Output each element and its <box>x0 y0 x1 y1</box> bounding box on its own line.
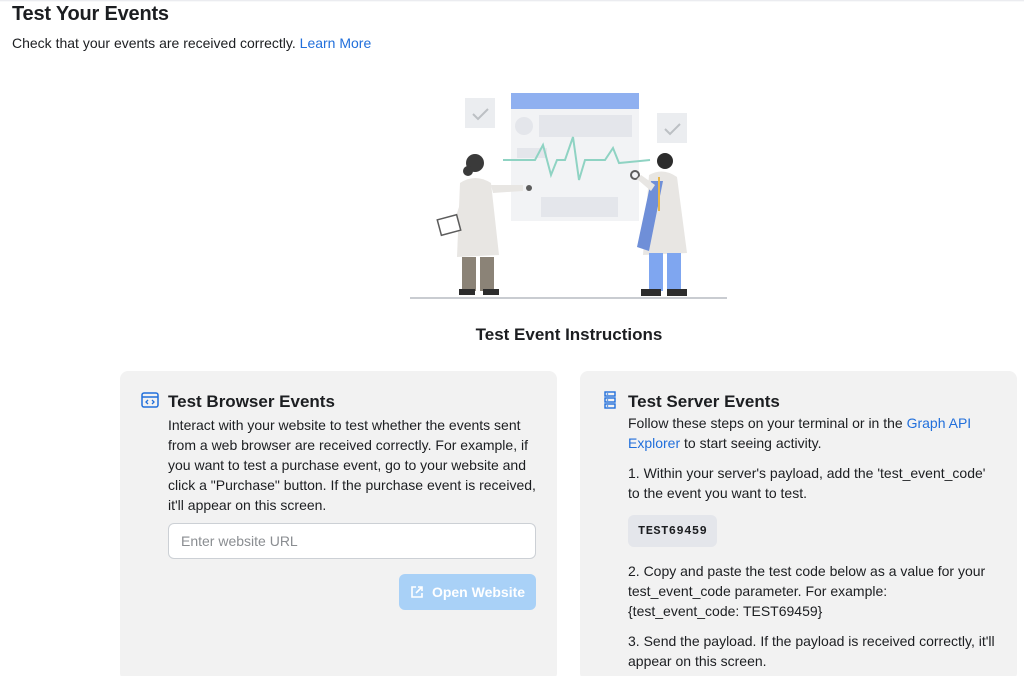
server-intro: Follow these steps on your terminal or i… <box>628 413 1000 453</box>
server-icon <box>604 391 616 409</box>
website-url-input[interactable] <box>168 523 536 559</box>
page-subtitle: Check that your events are received corr… <box>12 35 371 51</box>
learn-more-link[interactable]: Learn More <box>300 35 372 51</box>
top-divider <box>0 0 1024 2</box>
browser-card-description: Interact with your website to test wheth… <box>168 417 536 513</box>
instructions-heading: Test Event Instructions <box>475 325 663 344</box>
server-intro-text: Follow these steps on your terminal or i… <box>628 415 903 431</box>
server-card-body: Follow these steps on your terminal or i… <box>628 413 1000 676</box>
open-website-label: Open Website <box>431 584 526 600</box>
subtitle-text: Check that your events are received corr… <box>12 35 296 51</box>
server-intro-text-after: to start seeing activity. <box>684 435 822 451</box>
server-card-title: Test Server Events <box>628 392 780 411</box>
server-step-3: 3. Send the payload. If the payload is r… <box>628 633 995 669</box>
browser-events-card: Test Browser Events Interact with your w… <box>120 371 557 676</box>
page-title: Test Your Events <box>12 3 169 25</box>
test-event-code[interactable]: TEST69459 <box>628 515 718 547</box>
server-events-card: Test Server Events Follow these steps on… <box>580 371 1017 676</box>
server-step-1: 1. Within your server's payload, add the… <box>628 465 986 501</box>
browser-card-title: Test Browser Events <box>168 392 335 411</box>
test-events-illustration <box>410 93 727 299</box>
external-link-icon <box>411 586 423 598</box>
browser-code-icon <box>141 392 159 408</box>
server-step-2: 2. Copy and paste the test code below as… <box>628 563 986 619</box>
open-website-button[interactable]: Open Website <box>399 574 536 610</box>
